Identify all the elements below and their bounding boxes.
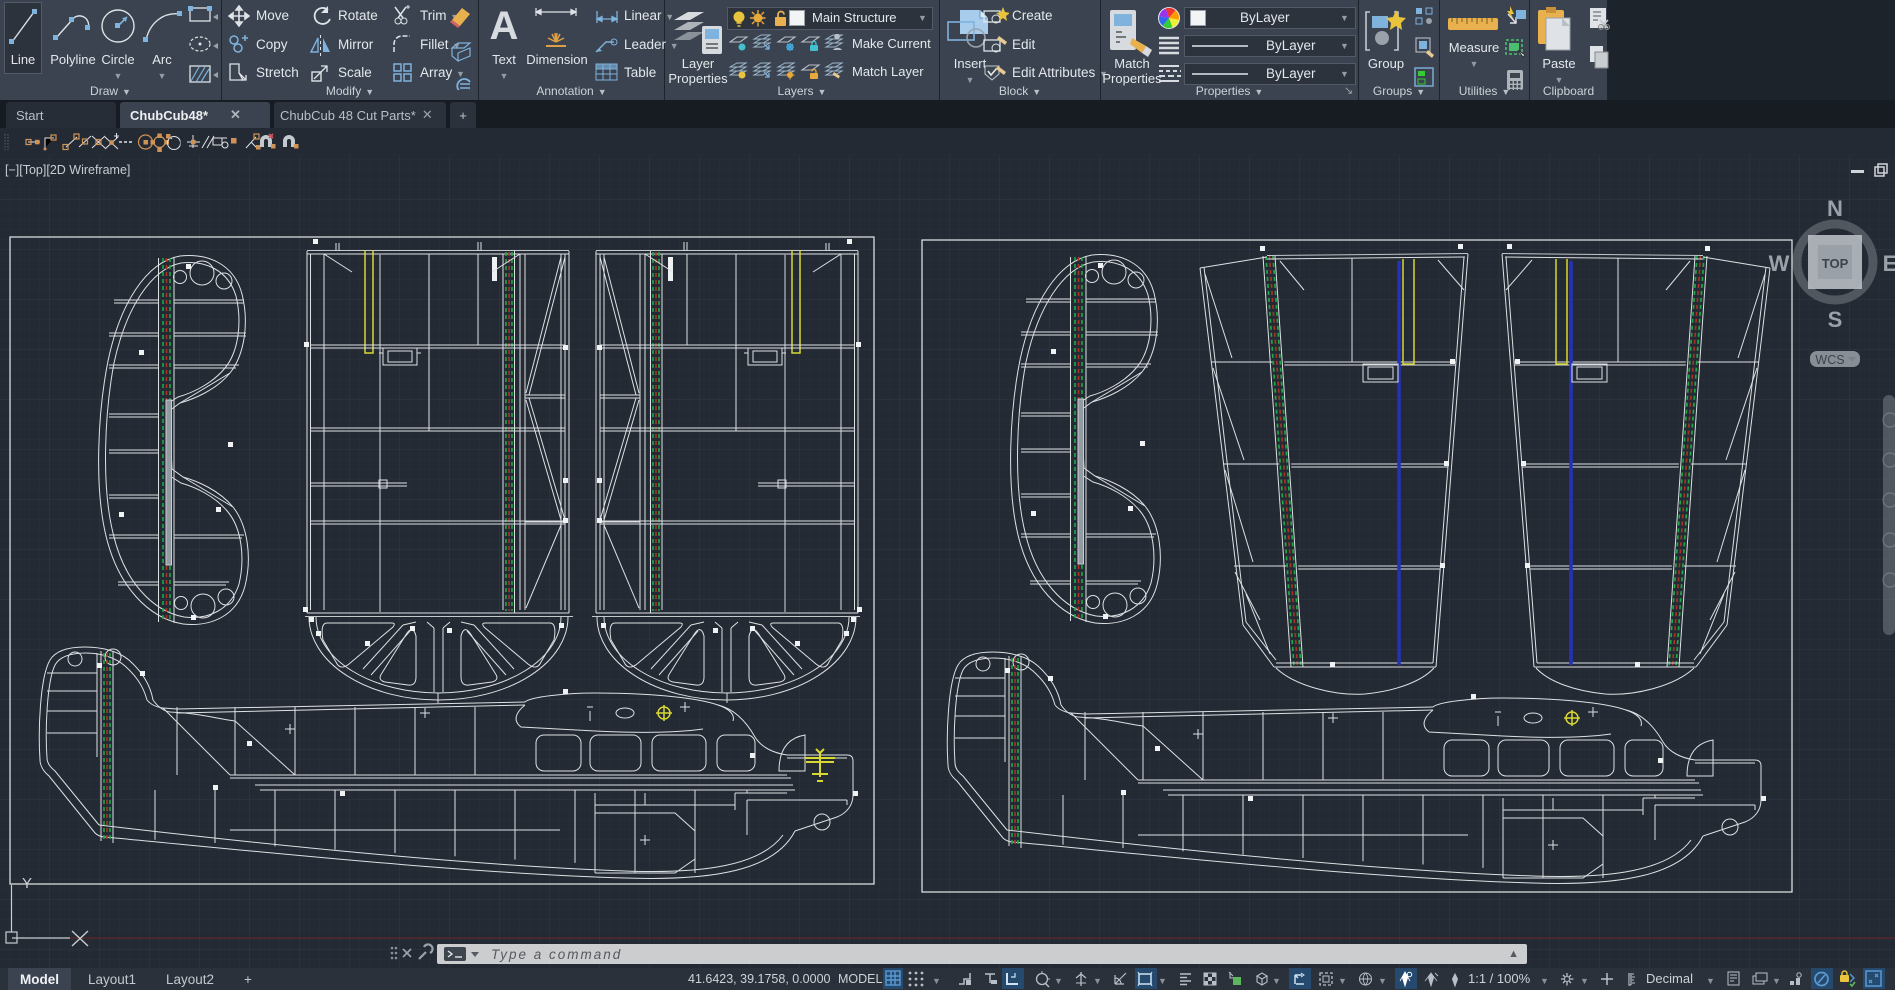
svg-text:W: W <box>1769 251 1790 276</box>
svg-text:▼: ▼ <box>1378 976 1387 986</box>
svg-text:▼: ▼ <box>1093 976 1102 986</box>
svg-text:▼: ▼ <box>1580 976 1589 986</box>
svg-text:▼: ▼ <box>1158 976 1167 986</box>
svg-text:▼: ▼ <box>1338 976 1347 986</box>
svg-text:▼: ▼ <box>1540 976 1549 986</box>
svg-text:TOP: TOP <box>1822 256 1849 271</box>
svg-text:Y: Y <box>22 875 32 892</box>
svg-text:Decimal: Decimal <box>1646 971 1693 986</box>
svg-text:▼: ▼ <box>1272 976 1281 986</box>
svg-text:S: S <box>1828 307 1843 332</box>
svg-text:N: N <box>1827 196 1843 221</box>
svg-text:E: E <box>1883 251 1895 276</box>
svg-text:▼: ▼ <box>1772 976 1781 986</box>
svg-text:1:1 / 100%: 1:1 / 100% <box>1468 971 1531 986</box>
svg-text:WCS: WCS <box>1815 353 1844 367</box>
svg-text:▼: ▼ <box>932 976 941 986</box>
svg-text:▼: ▼ <box>1706 976 1715 986</box>
svg-text:▼: ▼ <box>1054 976 1063 986</box>
